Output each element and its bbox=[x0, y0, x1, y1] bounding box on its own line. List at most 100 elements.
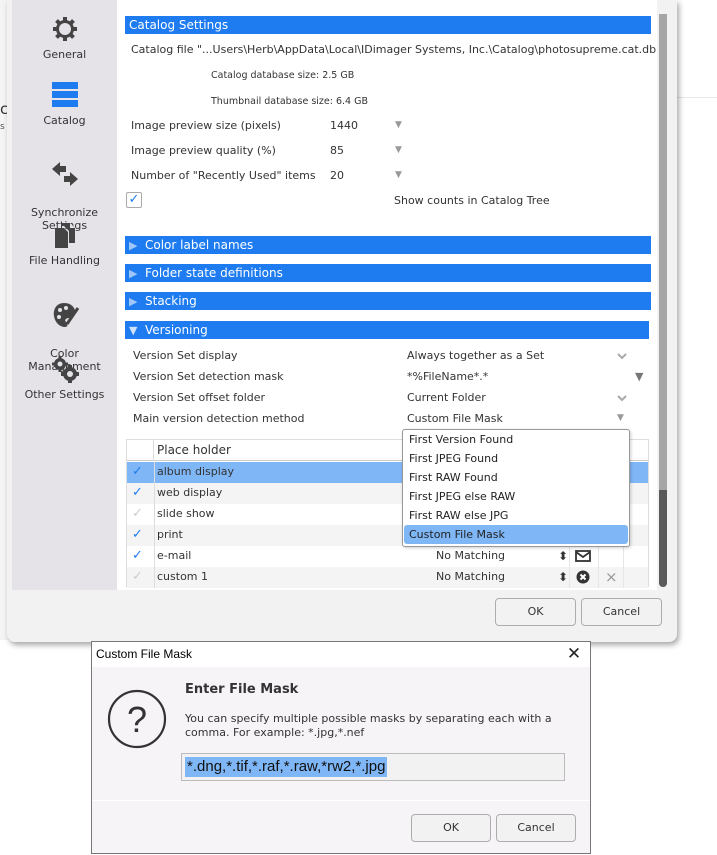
dropdown-option[interactable]: First Version Found bbox=[404, 430, 628, 449]
custom-icon bbox=[576, 570, 590, 584]
preview-quality-select[interactable]: 85 bbox=[330, 144, 344, 157]
section-header-catalog-settings: Catalog Settings bbox=[125, 16, 651, 34]
ok-button[interactable]: OK bbox=[495, 598, 576, 626]
chevron-down-icon[interactable] bbox=[617, 394, 627, 402]
gears-icon bbox=[51, 356, 79, 383]
show-counts-label: Show counts in Catalog Tree bbox=[394, 194, 550, 207]
sidebar-item-label: General bbox=[42, 48, 87, 61]
main-version-method-select[interactable]: Custom File Mask bbox=[407, 412, 503, 425]
content-scrollbar[interactable] bbox=[659, 14, 667, 587]
dialog-title-bar: Custom File Mask ✕ bbox=[92, 642, 590, 667]
sidebar-item-catalog[interactable]: Catalog bbox=[12, 80, 117, 127]
row-match-as[interactable]: No Matching bbox=[436, 570, 505, 583]
gear-icon bbox=[52, 17, 77, 41]
background-divider bbox=[676, 97, 717, 98]
show-counts-checkbox[interactable]: ✓ bbox=[126, 192, 142, 208]
dropdown-arrow-icon[interactable]: ▼ bbox=[395, 170, 402, 180]
main-version-method-label: Main version detection method bbox=[133, 412, 305, 425]
section-header-folder-state-definitions[interactable]: ▶ Folder state definitions bbox=[125, 264, 651, 282]
dropdown-option[interactable]: First RAW Found bbox=[404, 468, 628, 487]
recent-items-label: Number of "Recently Used" items bbox=[131, 169, 316, 182]
preview-size-label: Image preview size (pixels) bbox=[131, 119, 281, 132]
dropdown-arrow-icon[interactable]: ▼ bbox=[395, 145, 402, 155]
header-place-holder[interactable]: Place holder bbox=[157, 443, 231, 457]
row-checkbox[interactable]: ✓ bbox=[132, 527, 143, 542]
mask-cancel-button[interactable]: Cancel bbox=[496, 814, 576, 842]
file-mask-input[interactable]: *.dng,*.tif,*.raf,*.raw,*rw2,*.jpg bbox=[181, 753, 565, 781]
version-offset-folder-label: Version Set offset folder bbox=[133, 391, 266, 404]
column-divider bbox=[154, 462, 155, 483]
envelope-icon bbox=[575, 550, 591, 562]
files-icon bbox=[54, 223, 75, 248]
catalog-icon bbox=[51, 82, 78, 107]
mask-ok-button[interactable]: OK bbox=[411, 814, 491, 842]
file-mask-value: *.dng,*.tif,*.raf,*.raw,*rw2,*.jpg bbox=[185, 757, 388, 777]
svg-text:?: ? bbox=[127, 699, 147, 740]
catalog-file-path: Catalog file "...Users\Herb\AppData\Loca… bbox=[131, 43, 657, 56]
expand-triangle-icon: ▶ bbox=[129, 239, 138, 252]
expand-triangle-icon: ▶ bbox=[129, 267, 138, 280]
column-divider bbox=[154, 567, 155, 588]
row-checkbox[interactable]: ✓ bbox=[132, 569, 143, 584]
sidebar-item-other-settings[interactable]: Other Settings bbox=[12, 354, 117, 401]
question-icon: ? bbox=[107, 689, 167, 749]
dropdown-arrow-icon[interactable]: ▼ bbox=[395, 120, 402, 130]
column-divider bbox=[154, 525, 155, 546]
row-placeholder-name: album display bbox=[157, 465, 235, 478]
section-header-stacking[interactable]: ▶ Stacking bbox=[125, 292, 651, 310]
sync-arrows-icon bbox=[51, 162, 78, 186]
preview-quality-label: Image preview quality (%) bbox=[131, 144, 276, 157]
cancel-button[interactable]: Cancel bbox=[581, 598, 662, 626]
recent-items-select[interactable]: 20 bbox=[330, 169, 344, 182]
palette-icon bbox=[53, 303, 79, 327]
catalog-db-size: Catalog database size: 2.5 GB bbox=[211, 70, 355, 81]
preview-size-select[interactable]: 1440 bbox=[330, 119, 358, 132]
dropdown-arrow-icon[interactable]: ▼ bbox=[635, 370, 643, 383]
version-detection-mask-input[interactable]: *%FileName*.* bbox=[407, 370, 488, 383]
dropdown-arrow-icon[interactable]: ▼ bbox=[617, 413, 624, 423]
sidebar-item-label: File Handling bbox=[29, 254, 100, 267]
row-placeholder-name: e-mail bbox=[157, 549, 192, 562]
row-checkbox[interactable]: ✓ bbox=[132, 464, 143, 479]
section-title: Stacking bbox=[145, 294, 197, 308]
row-placeholder-name: slide show bbox=[157, 507, 215, 520]
chevron-down-icon[interactable] bbox=[617, 352, 627, 360]
sidebar-item-general[interactable]: General bbox=[12, 14, 117, 61]
section-header-color-label-names[interactable]: ▶ Color label names bbox=[125, 236, 651, 254]
row-placeholder-name: print bbox=[157, 528, 183, 541]
close-icon[interactable]: ✕ bbox=[566, 645, 582, 663]
column-divider bbox=[154, 504, 155, 525]
section-title: Catalog Settings bbox=[129, 18, 229, 32]
version-detection-mask-label: Version Set detection mask bbox=[133, 370, 284, 383]
section-title: Color label names bbox=[145, 238, 254, 252]
version-offset-folder-select[interactable]: Current Folder bbox=[407, 391, 486, 404]
spin-arrows-icon[interactable]: ⬍ bbox=[558, 569, 568, 585]
row-checkbox[interactable]: ✓ bbox=[132, 548, 143, 563]
sidebar-item-file-handling[interactable]: File Handling bbox=[12, 220, 117, 267]
row-match-as[interactable]: No Matching bbox=[436, 549, 505, 562]
dialog-description: You can specify multiple possible masks … bbox=[185, 712, 552, 739]
dropdown-option[interactable]: First JPEG Found bbox=[404, 449, 628, 468]
dialog-heading: Enter File Mask bbox=[185, 682, 299, 697]
collapse-triangle-icon: ▼ bbox=[129, 324, 138, 337]
row-placeholder-name: web display bbox=[157, 486, 223, 499]
section-header-versioning[interactable]: ▼ Versioning bbox=[125, 321, 649, 339]
expand-triangle-icon: ▶ bbox=[129, 295, 138, 308]
method-dropdown-list: First Version Found First JPEG Found Fir… bbox=[402, 429, 630, 547]
section-title: Versioning bbox=[145, 323, 208, 337]
delete-row-icon[interactable]: × bbox=[605, 568, 618, 586]
version-set-display-select[interactable]: Always together as a Set bbox=[407, 349, 544, 362]
dropdown-option[interactable]: First JPEG else RAW bbox=[404, 487, 628, 506]
spin-arrows-icon[interactable]: ⬍ bbox=[558, 548, 568, 564]
dropdown-option-selected[interactable]: Custom File Mask bbox=[404, 525, 628, 544]
thumbnail-db-size: Thumbnail database size: 6.4 GB bbox=[211, 96, 368, 107]
footer-divider bbox=[92, 800, 590, 801]
row-checkbox[interactable]: ✓ bbox=[132, 506, 143, 521]
dropdown-option[interactable]: First RAW else JPG bbox=[404, 506, 628, 525]
version-set-display-label: Version Set display bbox=[133, 349, 238, 362]
row-checkbox[interactable]: ✓ bbox=[132, 485, 143, 500]
settings-dialog: General Catalog Synchronize Settings F bbox=[7, 0, 677, 642]
scrollbar-thumb[interactable] bbox=[659, 490, 667, 587]
background-partial-text: s bbox=[0, 122, 5, 132]
column-divider bbox=[154, 483, 155, 504]
